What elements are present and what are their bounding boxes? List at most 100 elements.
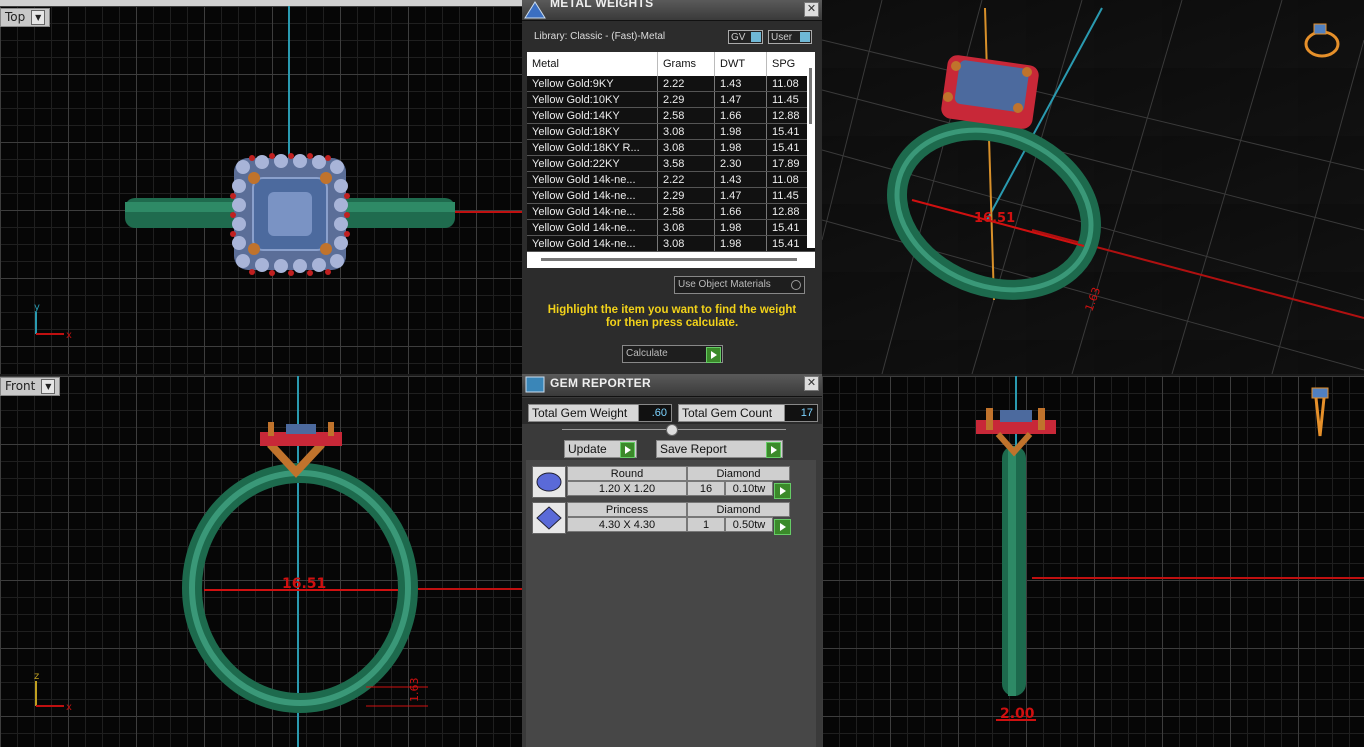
metal-weights-icon [524, 1, 546, 19]
table-cell: 3.08 [657, 139, 715, 156]
user-label: User [771, 32, 793, 43]
table-row[interactable]: Yellow Gold:22KY 3.58 2.30 17.89 [527, 155, 815, 172]
right-view-render: 2.00 [976, 376, 1364, 722]
total-gem-count-label: Total Gem Count [678, 404, 787, 422]
arrow-right-icon [766, 442, 781, 458]
table-cell: 1.43 [714, 76, 767, 92]
gem-count: 1 [687, 517, 725, 532]
table-cell: Yellow Gold 14k-ne... [527, 235, 658, 252]
toggle-indicator-icon [751, 32, 761, 42]
arrow-right-icon [620, 442, 635, 458]
top-view-render: y x [34, 6, 522, 341]
table-row[interactable]: Yellow Gold 14k-ne... 3.08 1.98 15.41 [527, 219, 815, 236]
gem-material: Diamond [687, 466, 790, 481]
viewport-label-front[interactable]: Front ▼ [0, 377, 61, 396]
table-cell: 1.98 [714, 219, 767, 236]
collapse-handle-icon[interactable] [666, 424, 678, 436]
gem-count: 16 [687, 481, 725, 496]
gem-reporter-titlebar[interactable]: GEM REPORTER ✕ [522, 374, 822, 397]
viewport-perspective[interactable]: 16.51 1.63 [822, 0, 1364, 374]
use-object-materials-button[interactable]: Use Object Materials [674, 276, 805, 294]
ring-side-preview-icon[interactable] [1311, 387, 1329, 437]
viewport-name: Top [5, 10, 26, 24]
table-cell: Yellow Gold:22KY [527, 155, 658, 172]
panel-title: METAL WEIGHTS [550, 0, 654, 10]
button-label: Use Object Materials [678, 279, 771, 290]
table-cell: 1.66 [714, 203, 767, 220]
table-cell: 1.98 [714, 235, 767, 252]
viewport-front[interactable]: 16.51 1.63 z x Front ▼ [0, 376, 522, 747]
table-cell: 2.29 [657, 187, 715, 204]
column-header-dwt[interactable]: DWT [714, 52, 767, 76]
arrow-right-icon [706, 347, 721, 363]
total-gem-weight-label: Total Gem Weight [528, 404, 639, 422]
column-header-metal[interactable]: Metal [527, 52, 658, 76]
gem-reporter-panel: GEM REPORTER ✕ Total Gem Weight .60 Tota… [522, 374, 822, 747]
gem-shape: Princess [567, 502, 687, 517]
panel-title: GEM REPORTER [550, 376, 651, 390]
arrow-right-icon [780, 523, 786, 531]
ring-preview-icon[interactable] [1304, 23, 1340, 58]
calculate-button[interactable]: Calculate [622, 345, 723, 363]
viewport-label-top[interactable]: Top ▼ [0, 8, 51, 27]
total-gem-count-value: 17 [784, 404, 818, 422]
viewport-right[interactable]: 2.00 [822, 376, 1364, 747]
horizontal-scrollbar[interactable] [527, 252, 815, 268]
table-cell: 3.08 [657, 219, 715, 236]
metal-weights-titlebar[interactable]: METAL WEIGHTS ✕ [522, 0, 822, 21]
gem-size: 4.30 X 4.30 [567, 517, 687, 532]
radio-icon [791, 280, 801, 290]
table-row[interactable]: Yellow Gold:18KY R... 3.08 1.98 15.41 [527, 139, 815, 156]
gem-weight: 0.50tw [725, 517, 773, 532]
gem-weight: 0.10tw [725, 481, 773, 496]
update-button[interactable]: Update [564, 440, 637, 458]
metal-weights-panel: METAL WEIGHTS ✕ Library: Classic - (Fast… [522, 0, 822, 374]
front-view-render: 16.51 1.63 z x [34, 376, 522, 747]
chevron-down-icon[interactable]: ▼ [31, 10, 46, 25]
gem-row[interactable]: Round Diamond 1.20 X 1.20 16 0.10tw [532, 466, 796, 500]
axis-x-label: x [66, 702, 72, 713]
table-cell: 1.98 [714, 139, 767, 156]
table-cell: 2.58 [657, 203, 715, 220]
gem-row[interactable]: Princess Diamond 4.30 X 4.30 1 0.50tw [532, 502, 796, 536]
vertical-scrollbar[interactable] [807, 68, 815, 248]
perspective-grid: 16.51 1.63 [822, 0, 1364, 374]
table-row[interactable]: Yellow Gold 14k-ne... 3.08 1.98 15.41 [527, 235, 815, 252]
dimension-label-diameter: 16.51 [282, 576, 326, 592]
instruction-text: Highlight the item you want to find the … [547, 304, 797, 329]
scrollbar-thumb[interactable] [809, 68, 812, 124]
table-row[interactable]: Yellow Gold 14k-ne... 2.29 1.47 11.45 [527, 187, 815, 204]
chevron-down-icon[interactable]: ▼ [41, 379, 56, 394]
column-header-grams[interactable]: Grams [657, 52, 715, 76]
table-cell: Yellow Gold:9KY [527, 76, 658, 92]
axis-z-label: z [34, 671, 39, 682]
select-gem-button[interactable] [774, 483, 791, 499]
viewport-name: Front [5, 379, 36, 393]
table-row[interactable]: Yellow Gold:10KY 2.29 1.47 11.45 [527, 91, 815, 108]
save-report-button[interactable]: Save Report [656, 440, 783, 458]
button-label: Save Report [660, 442, 727, 456]
close-icon[interactable]: ✕ [804, 2, 819, 17]
table-cell: 3.08 [657, 235, 715, 252]
user-toggle[interactable]: User [768, 30, 812, 44]
table-row[interactable]: Yellow Gold 14k-ne... 2.58 1.66 12.88 [527, 203, 815, 220]
table-row[interactable]: Yellow Gold 14k-ne... 2.22 1.43 11.08 [527, 171, 815, 188]
scrollbar-thumb[interactable] [541, 258, 797, 261]
gem-shape: Round [567, 466, 687, 481]
table-row[interactable]: Yellow Gold:9KY 2.22 1.43 11.08 [527, 76, 815, 92]
table-cell: Yellow Gold 14k-ne... [527, 171, 658, 188]
table-cell: 1.47 [714, 91, 767, 108]
button-label: Update [568, 442, 607, 456]
metal-weights-table[interactable]: Metal Grams DWT SPG Yellow Gold:9KY 2.22 1… [527, 52, 815, 268]
table-row[interactable]: Yellow Gold:18KY 3.08 1.98 15.41 [527, 123, 815, 140]
table-cell: 3.08 [657, 123, 715, 140]
close-icon[interactable]: ✕ [804, 376, 819, 391]
table-cell: 1.66 [714, 107, 767, 124]
toggle-indicator-icon [800, 32, 810, 42]
gv-toggle[interactable]: GV [728, 30, 763, 44]
table-cell: Yellow Gold:18KY [527, 123, 658, 140]
viewport-top[interactable]: y x Top ▼ [0, 6, 522, 374]
select-gem-button[interactable] [774, 519, 791, 535]
button-label: Calculate [626, 348, 668, 359]
table-row[interactable]: Yellow Gold:14KY 2.58 1.66 12.88 [527, 107, 815, 124]
